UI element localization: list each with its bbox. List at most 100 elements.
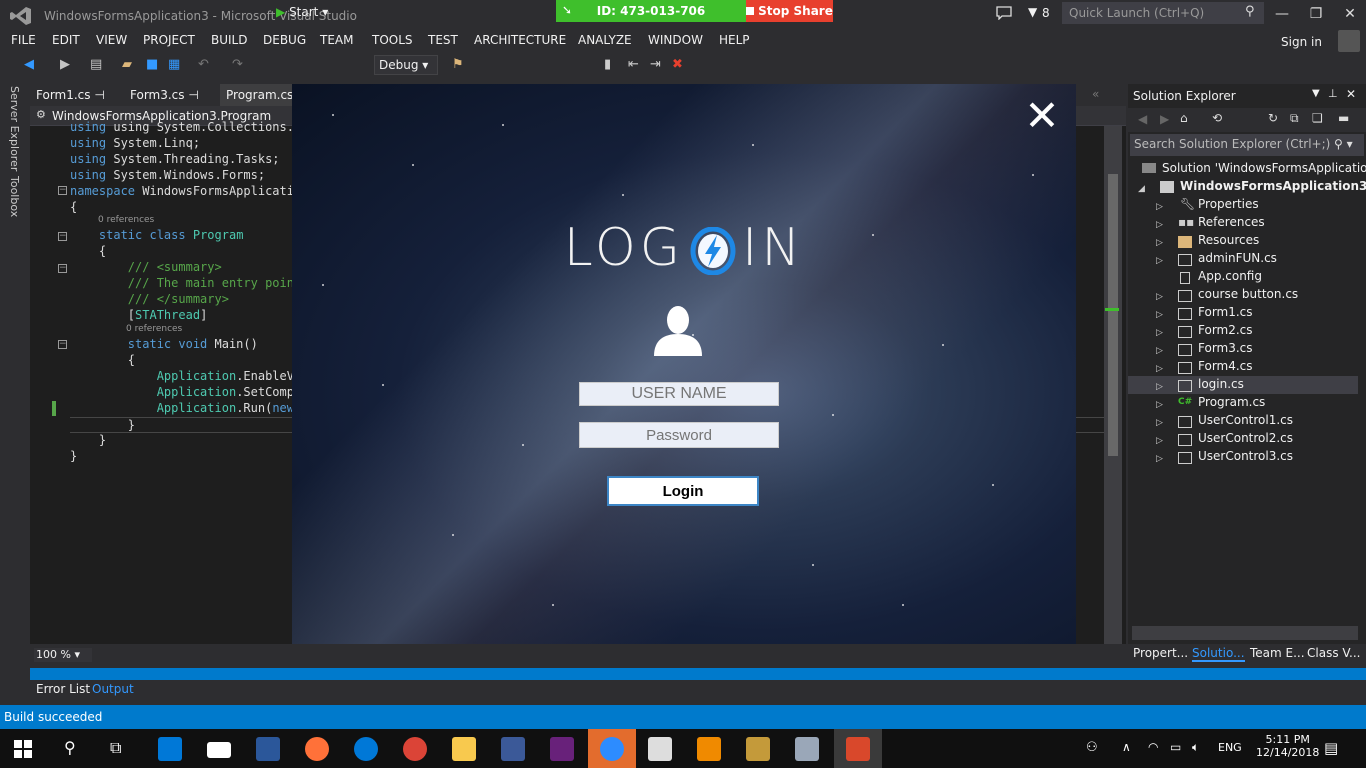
tab-class-view[interactable]: Class V... xyxy=(1307,646,1361,660)
editor-scroll-thumb[interactable] xyxy=(1108,174,1118,456)
login-button[interactable]: Login xyxy=(607,476,759,506)
expand-arrow-icon[interactable]: ▷ xyxy=(1156,238,1163,248)
tab-form3[interactable]: Form3.cs ⊣ xyxy=(124,84,205,106)
solution-explorer-hscroll[interactable] xyxy=(1132,626,1358,640)
tab-solution-explorer[interactable]: Solutio... xyxy=(1192,646,1245,662)
menu-architecture[interactable]: ARCHITECTURE xyxy=(474,33,566,47)
action-center-icon[interactable]: ▤ xyxy=(1324,739,1338,757)
menu-window[interactable]: WINDOW xyxy=(648,33,703,47)
expand-arrow-icon[interactable]: ▷ xyxy=(1156,382,1163,392)
panel-dropdown-icon[interactable]: ▼ xyxy=(1312,88,1320,99)
tab-properties[interactable]: Propert... xyxy=(1133,646,1188,660)
facebook-icon[interactable] xyxy=(501,737,525,761)
tab-program[interactable]: Program.cs xyxy=(220,84,300,106)
se-item-form4[interactable]: Form4.cs xyxy=(1198,357,1253,375)
se-item-properties[interactable]: Properties xyxy=(1198,195,1259,213)
show-hidden-icons[interactable]: ∧ xyxy=(1122,740,1131,754)
new-project-icon[interactable]: ▤ xyxy=(90,57,102,72)
expand-arrow-icon[interactable]: ▷ xyxy=(1156,400,1163,410)
menu-help[interactable]: HELP xyxy=(719,33,750,47)
expand-arrow-icon[interactable]: ▷ xyxy=(1156,310,1163,320)
panel-pin-icon[interactable]: ⊥ xyxy=(1328,87,1338,100)
expand-arrow-icon[interactable]: ▷ xyxy=(1156,256,1163,266)
expand-arrow-icon[interactable]: ▷ xyxy=(1156,202,1163,212)
undo-icon[interactable]: ↶ xyxy=(198,57,209,72)
expand-arrow-icon[interactable]: ▷ xyxy=(1156,418,1163,428)
tools-icon[interactable] xyxy=(746,737,770,761)
se-item-form3[interactable]: Form3.cs xyxy=(1198,339,1253,357)
pin-icon[interactable]: ⊣ xyxy=(188,88,198,102)
expand-arrow-icon[interactable]: ▷ xyxy=(1156,364,1163,374)
se-item-adminfun[interactable]: adminFUN.cs xyxy=(1198,249,1277,267)
se-item-appconfig[interactable]: App.config xyxy=(1198,267,1262,285)
menu-debug[interactable]: DEBUG xyxy=(263,33,306,47)
chrome-icon[interactable] xyxy=(403,737,427,761)
zoom-select[interactable]: 100 % ▾ xyxy=(34,648,92,662)
se-item-references[interactable]: References xyxy=(1198,213,1265,231)
stop-share-button[interactable]: Stop Share xyxy=(746,0,833,22)
find-in-files-icon[interactable]: ⚑ xyxy=(452,57,464,72)
prev-bookmark-icon[interactable]: ⇤ xyxy=(628,57,639,72)
notification-icon[interactable] xyxy=(996,6,1012,20)
next-bookmark-icon[interactable]: ⇥ xyxy=(650,57,661,72)
start-debugging-button[interactable]: ▶ Start ▾ xyxy=(276,5,328,19)
menu-file[interactable]: FILE xyxy=(11,33,36,47)
tab-output[interactable]: Output xyxy=(92,682,134,696)
forward-icon[interactable]: ▶ xyxy=(1160,112,1169,126)
expand-arrow-icon[interactable]: ▷ xyxy=(1156,346,1163,356)
se-item-form1[interactable]: Form1.cs xyxy=(1198,303,1253,321)
menu-project[interactable]: PROJECT xyxy=(143,33,195,47)
se-item-form2[interactable]: Form2.cs xyxy=(1198,321,1253,339)
battery-icon[interactable]: ▭ xyxy=(1170,740,1181,754)
solution-config-select[interactable]: Debug ▾ xyxy=(374,55,438,75)
visual-studio-taskbar-icon[interactable] xyxy=(550,737,574,761)
project-node[interactable]: WindowsFormsApplication3 xyxy=(1180,177,1366,195)
language-indicator[interactable]: ENG xyxy=(1218,741,1242,754)
menu-view[interactable]: VIEW xyxy=(96,33,127,47)
password-input[interactable] xyxy=(579,422,779,448)
menu-team[interactable]: TEAM xyxy=(320,33,353,47)
clear-bookmarks-icon[interactable]: ✖ xyxy=(672,57,683,72)
search-icon[interactable]: ⚲ xyxy=(64,738,76,757)
forward-icon[interactable]: ▶ xyxy=(60,57,70,72)
people-icon[interactable]: ⚇ xyxy=(1086,740,1098,755)
remote-desktop-icon[interactable] xyxy=(795,737,819,761)
expand-arrow-icon[interactable]: ▷ xyxy=(1156,436,1163,446)
clock[interactable]: 5:11 PM 12/14/2018 xyxy=(1256,733,1319,759)
filter-icon[interactable]: ▼ xyxy=(1028,5,1037,19)
task-view-icon[interactable]: ⧉ xyxy=(110,738,121,758)
edge-icon[interactable] xyxy=(354,737,378,761)
refresh-icon[interactable]: ↻ xyxy=(1268,111,1278,125)
fold-toggle[interactable]: − xyxy=(58,186,67,195)
fold-toggle[interactable]: − xyxy=(58,232,67,241)
menu-analyze[interactable]: ANALYZE xyxy=(578,33,632,47)
volume-icon[interactable]: 🔈︎ xyxy=(1192,740,1199,755)
se-item-program[interactable]: Program.cs xyxy=(1198,393,1265,411)
expand-arrow-icon[interactable]: ▷ xyxy=(1156,292,1163,302)
se-item-login[interactable]: login.cs xyxy=(1198,375,1244,393)
save-all-icon[interactable]: ▦ xyxy=(168,57,180,72)
tab-form1[interactable]: Form1.cs ⊣ xyxy=(30,84,111,106)
back-icon[interactable]: ◀ xyxy=(1138,112,1147,126)
restore-button[interactable]: ❐ xyxy=(1300,0,1332,28)
expand-arrow-icon[interactable]: ▷ xyxy=(1156,328,1163,338)
fold-toggle[interactable]: − xyxy=(58,340,67,349)
vlc-icon[interactable] xyxy=(697,737,721,761)
login-close-button[interactable]: ✕ xyxy=(1022,95,1062,137)
user-avatar-icon[interactable] xyxy=(1338,30,1360,52)
show-all-files-icon[interactable]: ❏ xyxy=(1312,111,1323,125)
menu-test[interactable]: TEST xyxy=(428,33,458,47)
quick-launch-input[interactable]: Quick Launch (Ctrl+Q) xyxy=(1062,2,1264,24)
sync-icon[interactable]: ⟲ xyxy=(1212,111,1222,125)
menu-build[interactable]: BUILD xyxy=(211,33,247,47)
tab-team-explorer[interactable]: Team E... xyxy=(1250,646,1305,660)
expand-arrow-icon[interactable]: ▷ xyxy=(1156,220,1163,230)
open-file-icon[interactable]: ▰ xyxy=(122,57,132,72)
collapse-all-icon[interactable]: ⧉ xyxy=(1290,111,1299,126)
toolbox-tab[interactable]: Toolbox xyxy=(8,176,21,217)
mail-icon[interactable] xyxy=(207,742,231,758)
se-item-usercontrol1[interactable]: UserControl1.cs xyxy=(1198,411,1293,429)
expand-arrow-icon[interactable]: ◢ xyxy=(1138,184,1145,194)
firefox-icon[interactable] xyxy=(305,737,329,761)
username-input[interactable] xyxy=(579,382,779,406)
